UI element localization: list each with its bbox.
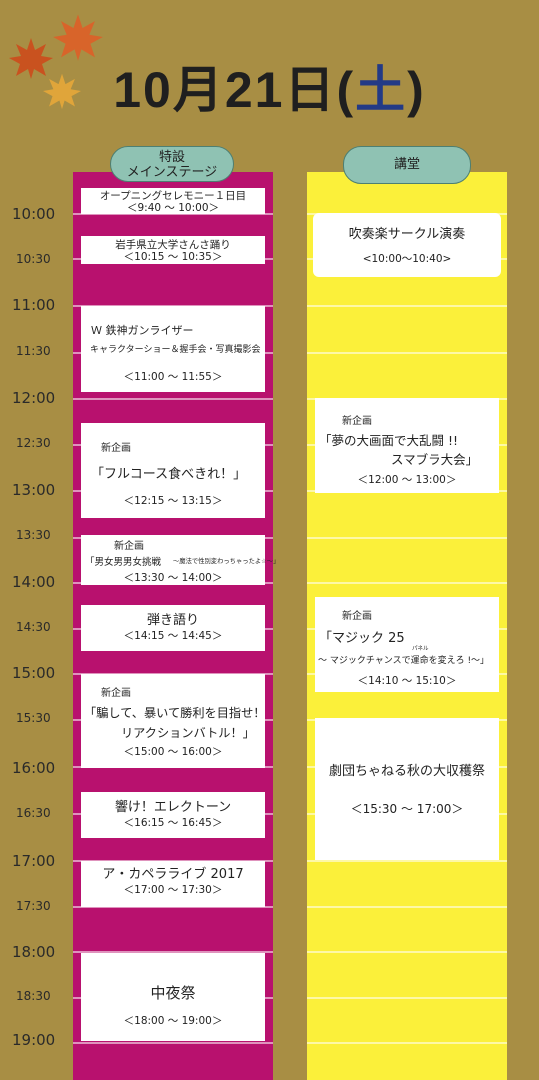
event-time: ＜15:00 ～ 16:00＞ bbox=[123, 746, 223, 758]
event-name: 中夜祭 bbox=[150, 984, 196, 1002]
event-name: 「フルコース食べきれ！」 bbox=[91, 467, 247, 482]
event-smash-bros[interactable]: 新企画 「夢の大画面で大乱闘 !! スマブラ大会」 ＜12:00 ～ 13:00… bbox=[315, 398, 499, 493]
time-label: 10:00 bbox=[12, 205, 56, 223]
event-time: ＜9:40 ～ 10:00＞ bbox=[126, 202, 219, 214]
new-badge: 新企画 bbox=[101, 443, 131, 454]
main-stage-header-line1: 特設 bbox=[158, 150, 185, 165]
date-text: 10月21日( bbox=[113, 62, 356, 118]
event-time: ＜17:00 ～ 17:30＞ bbox=[123, 884, 223, 896]
event-hikigatari[interactable]: 弾き語り ＜14:15 ～ 14:45＞ bbox=[81, 605, 265, 651]
new-badge: 新企画 bbox=[114, 541, 144, 552]
time-label: 16:00 bbox=[12, 759, 56, 777]
time-label: 13:30 bbox=[16, 528, 51, 542]
event-gekidan-channel[interactable]: 劇団ちゃねる秋の大収穫祭 ＜15:30 ～ 17:00＞ bbox=[315, 718, 499, 860]
time-label: 14:00 bbox=[12, 573, 56, 591]
hall-header: 講堂 bbox=[343, 146, 471, 184]
page-title: 10月21日(土) bbox=[0, 50, 539, 122]
time-label: 13:00 bbox=[12, 481, 56, 499]
event-subtitle: ～魔法で性別変わっちゃったよ☆～」 bbox=[173, 558, 280, 565]
gridline bbox=[307, 352, 507, 354]
event-name: 「マジック 25 bbox=[319, 631, 405, 646]
time-label: 17:30 bbox=[16, 899, 51, 913]
time-label: 14:30 bbox=[16, 620, 51, 634]
event-time: ＜11:00 ～ 11:55＞ bbox=[123, 371, 223, 383]
gridline bbox=[307, 951, 507, 953]
event-name: Ｗ 鉄神ガンライザー bbox=[91, 324, 194, 337]
time-label: 12:30 bbox=[16, 436, 51, 450]
event-subtitle: ～ マジックチャンスで運命を変えろ !～」 bbox=[318, 656, 490, 666]
event-time: ＜14:15 ～ 14:45＞ bbox=[123, 630, 223, 642]
gridline bbox=[307, 537, 507, 539]
event-name: 吹奏楽サークル演奏 bbox=[348, 227, 466, 242]
event-name: 劇団ちゃねる秋の大収穫祭 bbox=[328, 764, 485, 779]
event-time: ＜16:15 ～ 16:45＞ bbox=[123, 817, 223, 829]
event-name: 響け！エレクトーン bbox=[114, 800, 232, 815]
gridline bbox=[73, 1042, 273, 1044]
event-tetsujin-ganriser[interactable]: Ｗ 鉄神ガンライザー キャラクターショー＆握手会・写真撮影会 ＜11:00 ～ … bbox=[81, 306, 265, 392]
main-stage-header: 特設 メインステージ bbox=[110, 146, 234, 182]
gridline bbox=[307, 1042, 507, 1044]
event-time: ＜10:15 ～ 10:35＞ bbox=[123, 251, 223, 263]
event-time: ＜12:00 ～ 13:00＞ bbox=[357, 474, 457, 486]
new-badge: 新企画 bbox=[342, 416, 372, 427]
date-close: ) bbox=[407, 62, 426, 118]
gridline bbox=[307, 582, 507, 584]
main-stage-header-line2: メインステージ bbox=[126, 165, 218, 180]
event-name: 「男女男男女挑戦 bbox=[85, 557, 162, 568]
event-magic-25[interactable]: 新企画 「マジック 25 パネル ～ マジックチャンスで運命を変えろ !～」 ＜… bbox=[315, 597, 499, 692]
time-label: 11:00 bbox=[12, 296, 56, 314]
saturday-text: 土 bbox=[355, 62, 408, 118]
event-name: 「夢の大画面で大乱闘 !! bbox=[319, 433, 458, 448]
event-brass-band[interactable]: 吹奏楽サークル演奏 <10:00～10:40> bbox=[313, 213, 501, 277]
time-label: 15:00 bbox=[12, 664, 56, 682]
event-time: ＜18:00 ～ 19:00＞ bbox=[123, 1015, 223, 1027]
gridline bbox=[307, 997, 507, 999]
event-chuyasai[interactable]: 中夜祭 ＜18:00 ～ 19:00＞ bbox=[81, 953, 265, 1041]
time-label: 11:30 bbox=[16, 344, 51, 358]
new-badge: 新企画 bbox=[342, 611, 372, 622]
event-subtitle: キャラクターショー＆握手会・写真撮影会 bbox=[90, 345, 261, 355]
event-subtitle: リアクションバトル！」 bbox=[121, 726, 255, 740]
event-name: オープニングセレモニー１日目 bbox=[99, 190, 247, 202]
event-time: ＜15:30 ～ 17:00＞ bbox=[350, 802, 464, 816]
event-full-course[interactable]: 新企画 「フルコース食べきれ！」 ＜12:15 ～ 13:15＞ bbox=[81, 423, 265, 518]
time-label: 17:00 bbox=[12, 852, 56, 870]
ruby-text: パネル bbox=[412, 646, 429, 652]
gridline bbox=[73, 398, 273, 400]
new-badge: 新企画 bbox=[101, 688, 131, 699]
event-time: ＜12:15 ～ 13:15＞ bbox=[123, 495, 223, 507]
event-electone[interactable]: 響け！エレクトーン ＜16:15 ～ 16:45＞ bbox=[81, 792, 265, 838]
gridline bbox=[307, 305, 507, 307]
event-sansa-dance[interactable]: 岩手県立大学さんさ踊り ＜10:15 ～ 10:35＞ bbox=[81, 236, 265, 264]
time-label: 19:00 bbox=[12, 1031, 56, 1049]
event-name: ア・カペラライブ 2017 bbox=[102, 867, 244, 882]
event-reaction-battle[interactable]: 新企画 「騙して、暴いて勝利を目指せ！ リアクションバトル！」 ＜15:00 ～… bbox=[81, 674, 265, 768]
event-time: <10:00～10:40> bbox=[362, 253, 452, 265]
event-subtitle: スマブラ大会」 bbox=[391, 452, 479, 467]
gridline bbox=[307, 906, 507, 908]
time-label: 18:00 bbox=[12, 943, 56, 961]
event-name: 「騙して、暴いて勝利を目指せ！ bbox=[84, 706, 266, 720]
time-label: 18:30 bbox=[16, 989, 51, 1003]
event-opening-ceremony[interactable]: オープニングセレモニー１日目 ＜9:40 ～ 10:00＞ bbox=[81, 188, 265, 214]
event-name: 弾き語り bbox=[146, 613, 199, 628]
event-a-cappella[interactable]: ア・カペラライブ 2017 ＜17:00 ～ 17:30＞ bbox=[81, 861, 265, 907]
event-time: ＜14:10 ～ 15:10＞ bbox=[357, 675, 457, 687]
time-label: 12:00 bbox=[12, 389, 56, 407]
event-name: 岩手県立大学さんさ踊り bbox=[115, 239, 231, 251]
event-time: ＜13:30 ～ 14:00＞ bbox=[123, 572, 223, 584]
gridline bbox=[307, 860, 507, 862]
time-label: 15:30 bbox=[16, 711, 51, 725]
event-gender-challenge[interactable]: 新企画 「男女男男女挑戦 ～魔法で性別変わっちゃったよ☆～」 ＜13:30 ～ … bbox=[81, 535, 279, 585]
time-label: 10:30 bbox=[16, 252, 51, 266]
time-label: 16:30 bbox=[16, 806, 51, 820]
